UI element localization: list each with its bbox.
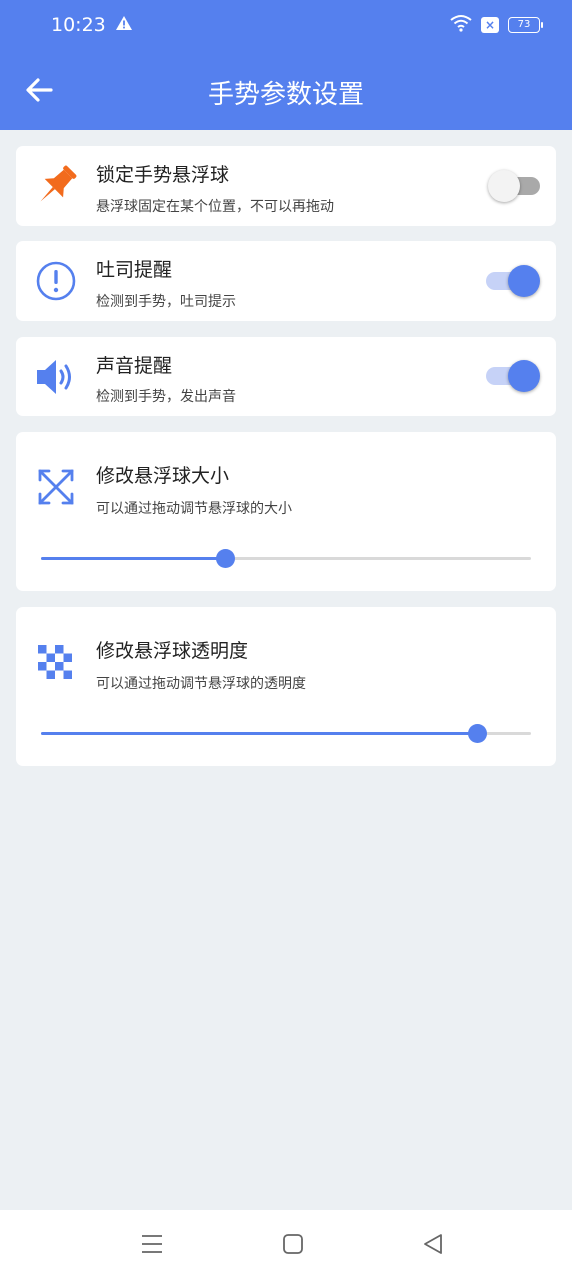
ball-opacity-slider[interactable] <box>41 721 531 745</box>
lock-ball-switch[interactable] <box>488 168 544 204</box>
pushpin-icon <box>32 162 80 214</box>
slider-thumb[interactable] <box>216 549 236 568</box>
sound-reminder-card[interactable]: 声音提醒 检测到手势，发出声音 <box>16 337 556 416</box>
expand-arrows-icon <box>37 468 75 510</box>
ball-opacity-title: 修改悬浮球透明度 <box>96 640 249 662</box>
ball-opacity-subtitle: 可以通过拖动调节悬浮球的透明度 <box>96 676 306 692</box>
lock-ball-subtitle: 悬浮球固定在某个位置，不可以再拖动 <box>96 199 334 215</box>
status-icons: × 73 <box>450 14 543 36</box>
menu-button[interactable] <box>140 1232 164 1260</box>
toast-reminder-card[interactable]: 吐司提醒 检测到手势，吐司提示 <box>16 241 556 321</box>
exclamation-circle-icon <box>35 260 77 306</box>
speaker-icon <box>34 356 78 402</box>
battery-indicator: 73 <box>508 17 543 33</box>
switch-knob <box>508 265 540 297</box>
status-time: 10:23 <box>51 14 106 36</box>
wifi-icon <box>450 14 472 36</box>
back-nav-button[interactable] <box>422 1232 444 1260</box>
square-icon <box>283 1234 303 1254</box>
switch-knob <box>488 170 520 202</box>
sound-reminder-switch[interactable] <box>486 358 544 394</box>
warning-icon <box>115 15 133 35</box>
sound-reminder-subtitle: 检测到手势，发出声音 <box>96 389 236 405</box>
menu-icon <box>142 1235 162 1253</box>
toast-reminder-subtitle: 检测到手势，吐司提示 <box>96 294 236 310</box>
lock-ball-card[interactable]: 锁定手势悬浮球 悬浮球固定在某个位置，不可以再拖动 <box>16 146 556 226</box>
lock-ball-title: 锁定手势悬浮球 <box>96 164 230 186</box>
sound-reminder-title: 声音提醒 <box>96 355 173 377</box>
page-title: 手势参数设置 <box>207 80 364 110</box>
slider-fill <box>41 732 478 735</box>
slider-fill <box>41 557 226 560</box>
checkerboard-icon <box>38 645 72 683</box>
slider-thumb[interactable] <box>468 724 488 743</box>
system-nav-bar <box>0 1210 572 1280</box>
ball-size-card: 修改悬浮球大小 可以通过拖动调节悬浮球的大小 <box>16 432 556 591</box>
switch-knob <box>508 360 540 392</box>
home-button[interactable] <box>282 1232 304 1260</box>
ball-size-subtitle: 可以通过拖动调节悬浮球的大小 <box>96 501 292 517</box>
ball-opacity-card: 修改悬浮球透明度 可以通过拖动调节悬浮球的透明度 <box>16 607 556 766</box>
sim-status-icon: × <box>481 17 499 33</box>
ball-size-title: 修改悬浮球大小 <box>96 465 230 487</box>
ball-size-slider[interactable] <box>41 546 531 570</box>
toast-reminder-title: 吐司提醒 <box>96 259 173 281</box>
app-bar: 10:23 × 73 手势参数设置 <box>0 0 572 130</box>
toast-reminder-switch[interactable] <box>486 263 544 299</box>
triangle-back-icon <box>424 1234 442 1254</box>
